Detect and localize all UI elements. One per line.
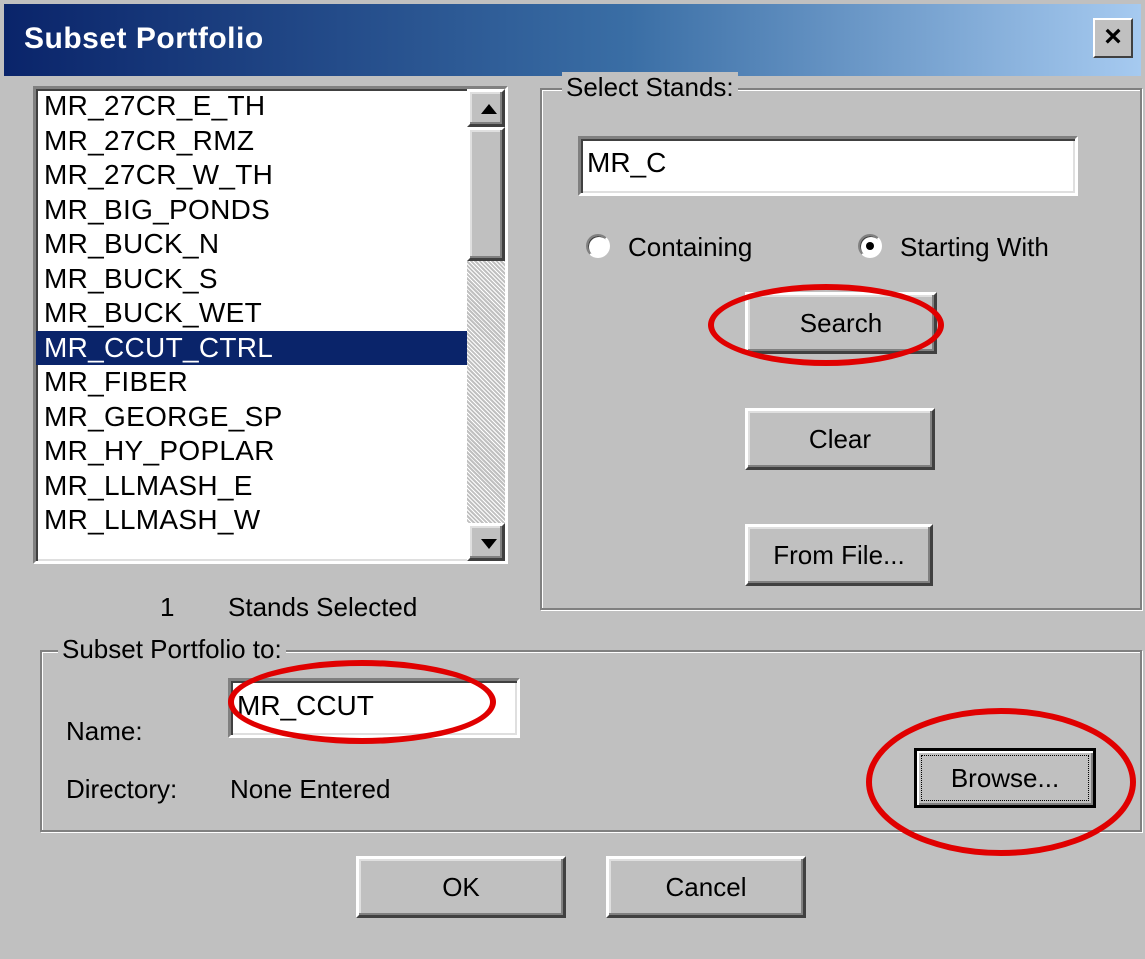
stand-search-input[interactable]: MR_C xyxy=(578,136,1078,196)
list-item-selected[interactable]: MR_CCUT_CTRL xyxy=(36,330,468,365)
radio-starting-with[interactable] xyxy=(858,234,882,258)
list-item[interactable]: MR_27CR_E_TH xyxy=(36,89,468,124)
name-label: Name: xyxy=(66,716,143,746)
name-input[interactable]: MR_CCUT xyxy=(228,678,520,738)
from-file-button[interactable]: From File... xyxy=(745,524,933,586)
stands-listbox[interactable]: MR_27CR_E_TH MR_27CR_RMZ MR_27CR_W_TH MR… xyxy=(33,86,508,564)
list-item[interactable]: MR_BUCK_N xyxy=(36,227,468,262)
browse-button[interactable]: Browse... xyxy=(914,748,1096,808)
list-item[interactable]: MR_27CR_W_TH xyxy=(36,158,468,193)
list-item[interactable]: MR_BUCK_WET xyxy=(36,296,468,331)
close-icon[interactable]: × xyxy=(1093,18,1133,58)
scroll-up-button[interactable] xyxy=(467,89,505,127)
radio-containing[interactable] xyxy=(586,234,610,258)
list-item[interactable]: MR_HY_POPLAR xyxy=(36,434,468,469)
list-item[interactable]: MR_FIBER xyxy=(36,365,468,400)
subset-portfolio-dialog: Subset Portfolio × MR_27CR_E_TH MR_27CR_… xyxy=(0,0,1145,959)
title-bar[interactable]: Subset Portfolio × xyxy=(4,4,1141,76)
list-item[interactable]: MR_BUCK_S xyxy=(36,262,468,297)
list-item[interactable]: MR_GEORGE_SP xyxy=(36,400,468,435)
radio-starting-with-label[interactable]: Starting With xyxy=(900,232,1049,263)
scroll-thumb[interactable] xyxy=(467,127,505,261)
focus-ring xyxy=(921,755,1089,801)
radio-dot-icon xyxy=(866,242,874,250)
scroll-down-button[interactable] xyxy=(467,523,505,561)
list-item[interactable]: MR_27CR_RMZ xyxy=(36,124,468,159)
selected-count: 1 xyxy=(160,592,175,622)
list-scrollbar[interactable] xyxy=(467,89,505,561)
list-item[interactable]: MR_BIG_PONDS xyxy=(36,193,468,228)
ok-button[interactable]: OK xyxy=(356,856,566,918)
subset-to-legend: Subset Portfolio to: xyxy=(58,634,286,665)
list-item[interactable]: MR_LLMASH_E xyxy=(36,469,468,504)
arrow-up-icon xyxy=(481,104,497,114)
select-stands-legend: Select Stands: xyxy=(562,72,738,103)
cancel-button[interactable]: Cancel xyxy=(606,856,806,918)
search-button[interactable]: Search xyxy=(745,292,937,354)
window-title: Subset Portfolio xyxy=(24,22,264,55)
clear-button[interactable]: Clear xyxy=(745,408,935,470)
list-item[interactable]: MR_LLMASH_W xyxy=(36,503,468,538)
stands-list: MR_27CR_E_TH MR_27CR_RMZ MR_27CR_W_TH MR… xyxy=(36,89,468,538)
selected-count-label: Stands Selected xyxy=(228,592,418,622)
directory-label: Directory: xyxy=(66,774,178,804)
directory-value: None Entered xyxy=(230,774,391,804)
radio-containing-label[interactable]: Containing xyxy=(628,232,752,263)
arrow-down-icon xyxy=(481,539,497,549)
